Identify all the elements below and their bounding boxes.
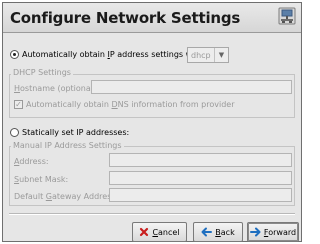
subnet-label: Subnet Mask: <box>14 175 69 184</box>
ip-method-value: dhcp <box>191 50 211 60</box>
auto-ip-radio[interactable] <box>10 50 19 59</box>
static-ip-radio-option[interactable]: Statically set IP addresses: <box>10 128 129 137</box>
ip-method-select[interactable]: dhcp ▼ <box>187 47 229 63</box>
button-separator <box>9 213 295 215</box>
auto-dns-checkbox-option[interactable]: ✓ Automatically obtain DNS information f… <box>14 100 234 109</box>
forward-button[interactable]: Forward <box>247 222 299 242</box>
hostname-field[interactable] <box>91 80 292 94</box>
back-label: Back <box>215 227 235 237</box>
manual-group-title: Manual IP Address Settings <box>11 141 124 150</box>
dhcp-group-title: DHCP Settings <box>11 68 73 77</box>
static-ip-label: Statically set IP addresses: <box>22 128 130 137</box>
subnet-field[interactable] <box>109 171 292 185</box>
gateway-field[interactable] <box>109 188 292 202</box>
auto-ip-radio-option[interactable]: Automatically obtain IP address settings… <box>10 50 205 59</box>
address-label: Address: <box>14 157 49 166</box>
gateway-label: Default Gateway Address: <box>14 192 119 201</box>
forward-label: Forward <box>263 227 297 237</box>
page-title: Configure Network Settings <box>10 9 241 27</box>
chevron-down-icon: ▼ <box>214 48 228 62</box>
back-arrow-icon <box>201 227 213 237</box>
address-field[interactable] <box>109 153 292 167</box>
forward-arrow-icon <box>249 227 261 237</box>
static-ip-radio[interactable] <box>10 128 19 137</box>
auto-ip-label: Automatically obtain IP address settings… <box>22 50 206 59</box>
configure-network-dialog: Configure Network Settings Automatically… <box>2 2 302 242</box>
network-icon <box>278 7 296 25</box>
checkmark-icon[interactable]: ✓ <box>14 100 23 109</box>
cancel-label: Cancel <box>152 227 180 237</box>
dialog-header: Configure Network Settings <box>3 3 301 33</box>
hostname-label: Hostname (optional): <box>14 84 99 93</box>
cancel-icon <box>139 227 149 237</box>
cancel-button[interactable]: Cancel <box>132 222 187 242</box>
auto-dns-label: Automatically obtain DNS information fro… <box>26 100 235 109</box>
back-button[interactable]: Back <box>193 222 243 242</box>
